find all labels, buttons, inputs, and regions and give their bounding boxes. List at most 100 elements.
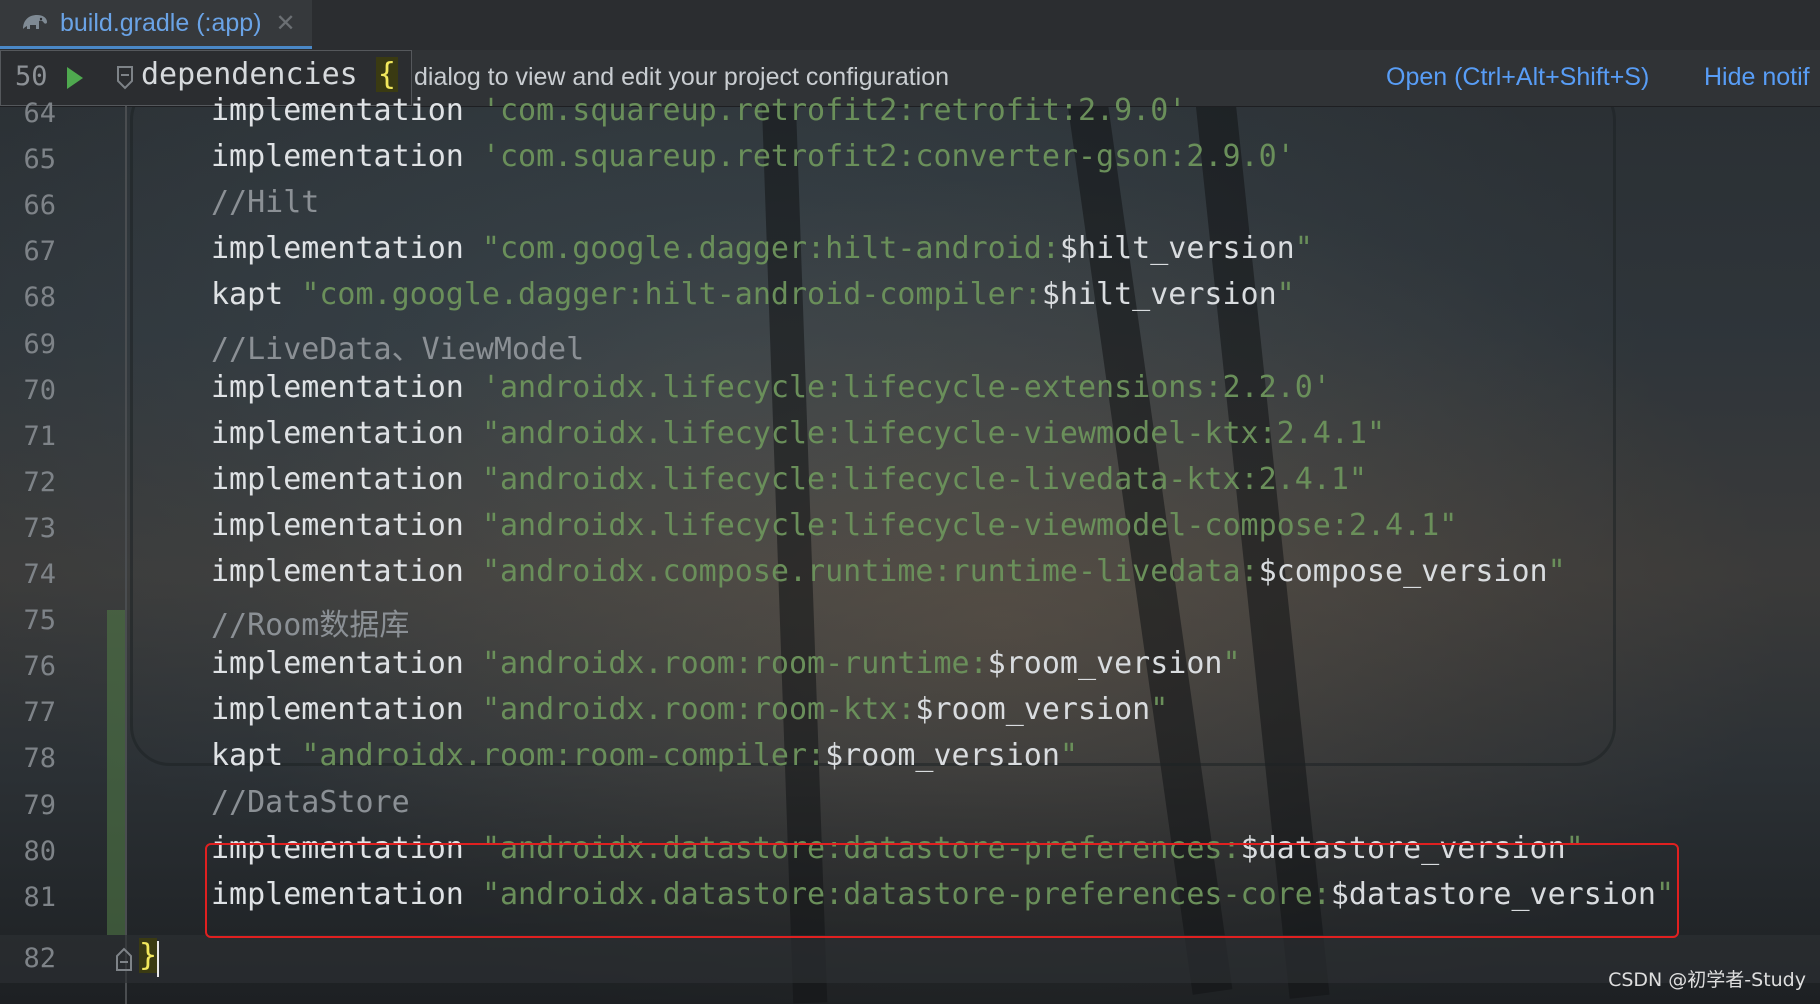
close-icon[interactable]: ✕ bbox=[276, 9, 296, 37]
code-text: implementation "androidx.lifecycle:lifec… bbox=[211, 462, 1367, 497]
code-line[interactable]: 67 implementation "com.google.dagger:hilt… bbox=[0, 228, 1820, 274]
code-text: kapt "com.google.dagger:hilt-android-com… bbox=[211, 277, 1295, 312]
string-literal: 'androidx.lifecycle:lifecycle-extensions… bbox=[481, 369, 1331, 405]
code-text: //DataStore bbox=[211, 785, 410, 820]
string-literal: "com.google.dagger:hilt-android-compiler… bbox=[301, 277, 1042, 313]
code-text: implementation "androidx.lifecycle:lifec… bbox=[211, 416, 1385, 451]
code-text: implementation "androidx.room:room-ktx:$… bbox=[211, 692, 1168, 727]
code-line[interactable]: 77 implementation "androidx.room:room-ktx… bbox=[0, 689, 1820, 735]
string-literal: "androidx.room:room-runtime: bbox=[481, 646, 988, 682]
code-text: kapt "androidx.room:room-compiler:$room_… bbox=[211, 738, 1078, 773]
keyword: implementation bbox=[211, 554, 482, 589]
code-line[interactable]: 74 implementation "androidx.compose.runti… bbox=[0, 551, 1820, 597]
variable: $room_version bbox=[915, 692, 1151, 728]
line-number: 72 bbox=[23, 466, 56, 498]
code-line[interactable]: 73 implementation "androidx.lifecycle:lif… bbox=[0, 505, 1820, 551]
line-number: 77 bbox=[23, 697, 56, 729]
line-number: 69 bbox=[23, 328, 56, 360]
string-quote: " bbox=[1059, 738, 1078, 774]
code-line[interactable]: 66 //Hilt bbox=[0, 182, 1820, 228]
line-number: 64 bbox=[23, 98, 56, 129]
code-text: implementation "androidx.compose.runtime… bbox=[211, 554, 1566, 589]
keyword: implementation bbox=[211, 139, 482, 175]
line-number: 79 bbox=[23, 789, 56, 821]
watermark: CSDN @初学者-Study bbox=[1608, 969, 1806, 991]
open-project-structure-link[interactable]: Open (Ctrl+Alt+Shift+S) bbox=[1386, 63, 1649, 92]
keyword: kapt bbox=[211, 738, 302, 774]
hide-notification-link[interactable]: Hide notif bbox=[1704, 63, 1810, 92]
gradle-elephant-icon bbox=[23, 15, 47, 29]
keyword: implementation bbox=[211, 93, 482, 128]
line-number: 50 bbox=[15, 61, 48, 92]
keyword: implementation bbox=[211, 646, 482, 682]
code-line[interactable]: 64 implementation 'com.squareup.retrofit2… bbox=[0, 90, 1820, 136]
code-line[interactable]: 79 //DataStore bbox=[0, 782, 1820, 828]
keyword: implementation bbox=[211, 507, 482, 543]
variable: $room_version bbox=[987, 646, 1223, 682]
line-number: 67 bbox=[23, 236, 56, 268]
code-line[interactable]: 72 implementation "androidx.lifecycle:lif… bbox=[0, 459, 1820, 505]
comment: //Hilt bbox=[211, 185, 320, 221]
code-line[interactable]: 68 kapt "com.google.dagger:hilt-android-c… bbox=[0, 274, 1820, 320]
tab-build-gradle-app[interactable]: build.gradle (:app) ✕ bbox=[0, 0, 312, 49]
line-number: 70 bbox=[23, 374, 56, 406]
string-literal: "androidx.room:room-ktx: bbox=[481, 692, 916, 728]
line-number: 68 bbox=[23, 282, 56, 314]
fold-marker-icon[interactable] bbox=[115, 65, 135, 91]
line-number: 66 bbox=[23, 190, 56, 222]
keyword: implementation bbox=[211, 415, 482, 451]
string-literal: 'com.squareup.retrofit2:retrofit:2.9.0' bbox=[481, 93, 1187, 128]
fold-marker-icon[interactable] bbox=[114, 946, 134, 972]
code-line[interactable]: 78 kapt "androidx.room:room-compiler:$roo… bbox=[0, 735, 1820, 781]
code-line[interactable]: 75 //Room数据库 bbox=[0, 597, 1820, 643]
line-number: 76 bbox=[23, 651, 56, 683]
code-text: //Hilt bbox=[211, 185, 319, 220]
line-number: 75 bbox=[23, 605, 56, 637]
line-number: 71 bbox=[23, 420, 56, 452]
code-text: //Room数据库 bbox=[211, 600, 409, 644]
tab-label: build.gradle (:app) bbox=[60, 8, 262, 37]
line-number: 65 bbox=[23, 144, 56, 176]
code-text: implementation 'com.squareup.retrofit2:r… bbox=[211, 93, 1186, 128]
annotation-highlight-box bbox=[205, 843, 1679, 938]
line-number: 73 bbox=[23, 512, 56, 544]
code-line[interactable]: 69 //LiveData、ViewModel bbox=[0, 321, 1820, 367]
editor-tab-bar: build.gradle (:app) ✕ bbox=[0, 0, 1820, 51]
code-line[interactable]: 76 implementation "androidx.room:room-run… bbox=[0, 643, 1820, 689]
text-caret bbox=[157, 941, 159, 977]
code-text: implementation 'androidx.lifecycle:lifec… bbox=[211, 370, 1331, 405]
variable: $room_version bbox=[825, 738, 1060, 774]
variable: $hilt_version bbox=[1059, 231, 1295, 267]
keyword: implementation bbox=[211, 461, 482, 497]
string-literal: "androidx.compose.runtime:runtime-liveda… bbox=[481, 554, 1259, 589]
string-literal: "com.google.dagger:hilt-android: bbox=[481, 231, 1060, 267]
string-quote: " bbox=[1294, 231, 1313, 267]
keyword: implementation bbox=[211, 231, 482, 267]
sticky-code: dependencies { bbox=[141, 57, 398, 92]
code-line[interactable]: 65 implementation 'com.squareup.retrofit2… bbox=[0, 136, 1820, 182]
string-quote: " bbox=[1150, 692, 1169, 728]
string-quote: " bbox=[1547, 554, 1566, 589]
string-literal: "androidx.room:room-compiler: bbox=[301, 738, 826, 774]
string-literal: "androidx.lifecycle:lifecycle-viewmodel-… bbox=[481, 507, 1458, 543]
variable: $compose_version bbox=[1258, 554, 1548, 589]
code-line[interactable]: 70 implementation 'androidx.lifecycle:lif… bbox=[0, 367, 1820, 413]
code-line[interactable]: 82 bbox=[0, 935, 1820, 981]
banner-message: dialog to view and edit your project con… bbox=[414, 63, 950, 91]
code-line[interactable]: 71 implementation "androidx.lifecycle:lif… bbox=[0, 413, 1820, 459]
run-gutter-icon[interactable] bbox=[65, 65, 85, 91]
code-text: implementation "androidx.room:room-runti… bbox=[211, 646, 1241, 681]
matched-open-brace: { bbox=[375, 57, 398, 92]
line-number: 80 bbox=[23, 835, 56, 867]
line-number: 82 bbox=[23, 943, 56, 974]
string-quote: " bbox=[1222, 646, 1241, 682]
keyword: kapt bbox=[211, 277, 302, 313]
keyword: implementation bbox=[211, 692, 482, 728]
code-text: //LiveData、ViewModel bbox=[211, 324, 584, 368]
line-number: 74 bbox=[23, 559, 56, 590]
string-literal: "androidx.lifecycle:lifecycle-viewmodel-… bbox=[481, 415, 1386, 451]
comment: //DataStore bbox=[211, 784, 410, 820]
keyword: implementation bbox=[211, 369, 482, 405]
dependencies-keyword: dependencies bbox=[141, 57, 376, 92]
code-text: implementation "androidx.lifecycle:lifec… bbox=[211, 508, 1457, 543]
